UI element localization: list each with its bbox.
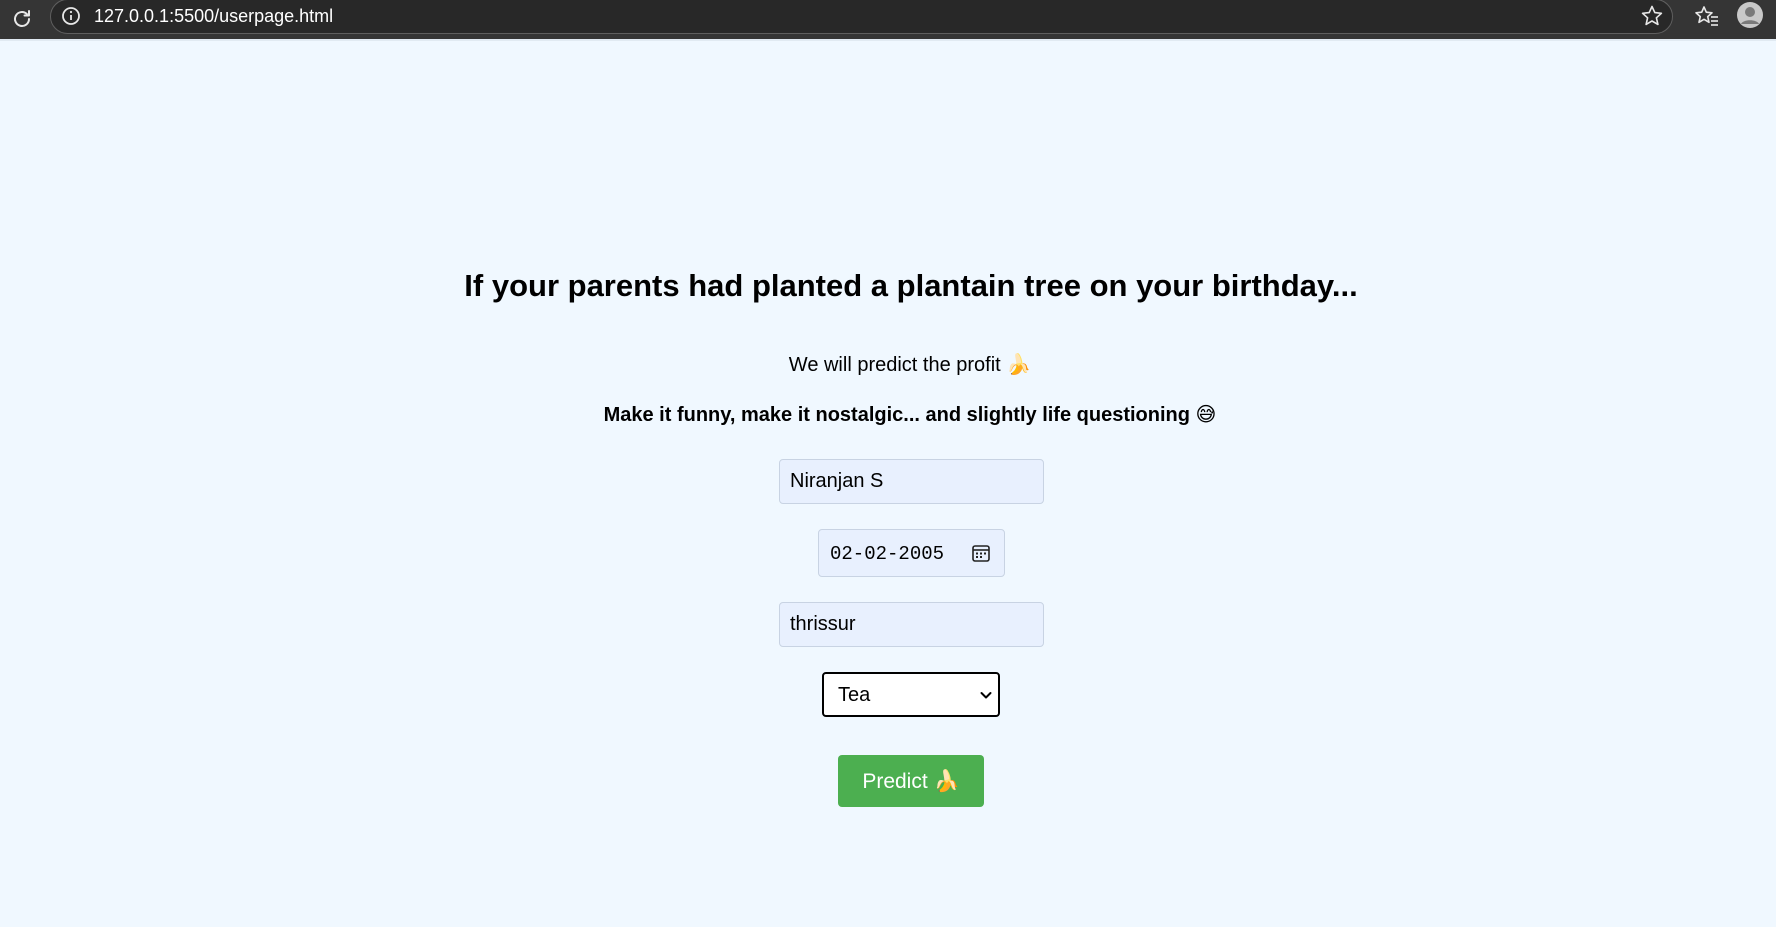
predict-button[interactable]: Predict 🍌	[838, 755, 984, 807]
info-icon[interactable]	[60, 5, 82, 27]
tagline: Make it funny, make it nostalgic... and …	[0, 401, 1776, 428]
url-text[interactable]: 127.0.0.1:5500/userpage.html	[94, 6, 333, 26]
favorites-icon[interactable]	[1694, 4, 1720, 28]
place-input[interactable]	[779, 602, 1044, 647]
banana-emoji: 🍌	[933, 769, 960, 793]
profile-icon[interactable]	[1736, 1, 1764, 29]
chevron-down-icon[interactable]	[980, 691, 992, 700]
name-input[interactable]	[779, 459, 1044, 504]
predict-label: Predict	[862, 770, 928, 793]
reload-icon[interactable]	[10, 7, 34, 31]
crop-select[interactable]: Tea	[822, 672, 1000, 717]
banana-emoji: 🍌	[1006, 352, 1032, 376]
grinning-sweat-emoji: 😅	[1195, 402, 1217, 426]
page-title: If your parents had planted a plantain t…	[464, 268, 1358, 303]
tagline-text: Make it funny, make it nostalgic... and …	[603, 404, 1190, 426]
dob-value[interactable]: 02-02-2005	[830, 543, 944, 565]
subtitle: We will predict the profit 🍌	[0, 351, 1776, 378]
star-icon[interactable]	[1640, 4, 1664, 28]
subtitle-text: We will predict the profit	[788, 354, 1001, 376]
browser-toolbar: 127.0.0.1:5500/userpage.html	[0, 0, 1776, 39]
toolbar-divider	[0, 39, 1776, 41]
calendar-icon[interactable]	[971, 543, 991, 563]
dob-input[interactable]: 02-02-2005	[818, 529, 1005, 577]
crop-selected-value[interactable]: Tea	[838, 684, 870, 707]
